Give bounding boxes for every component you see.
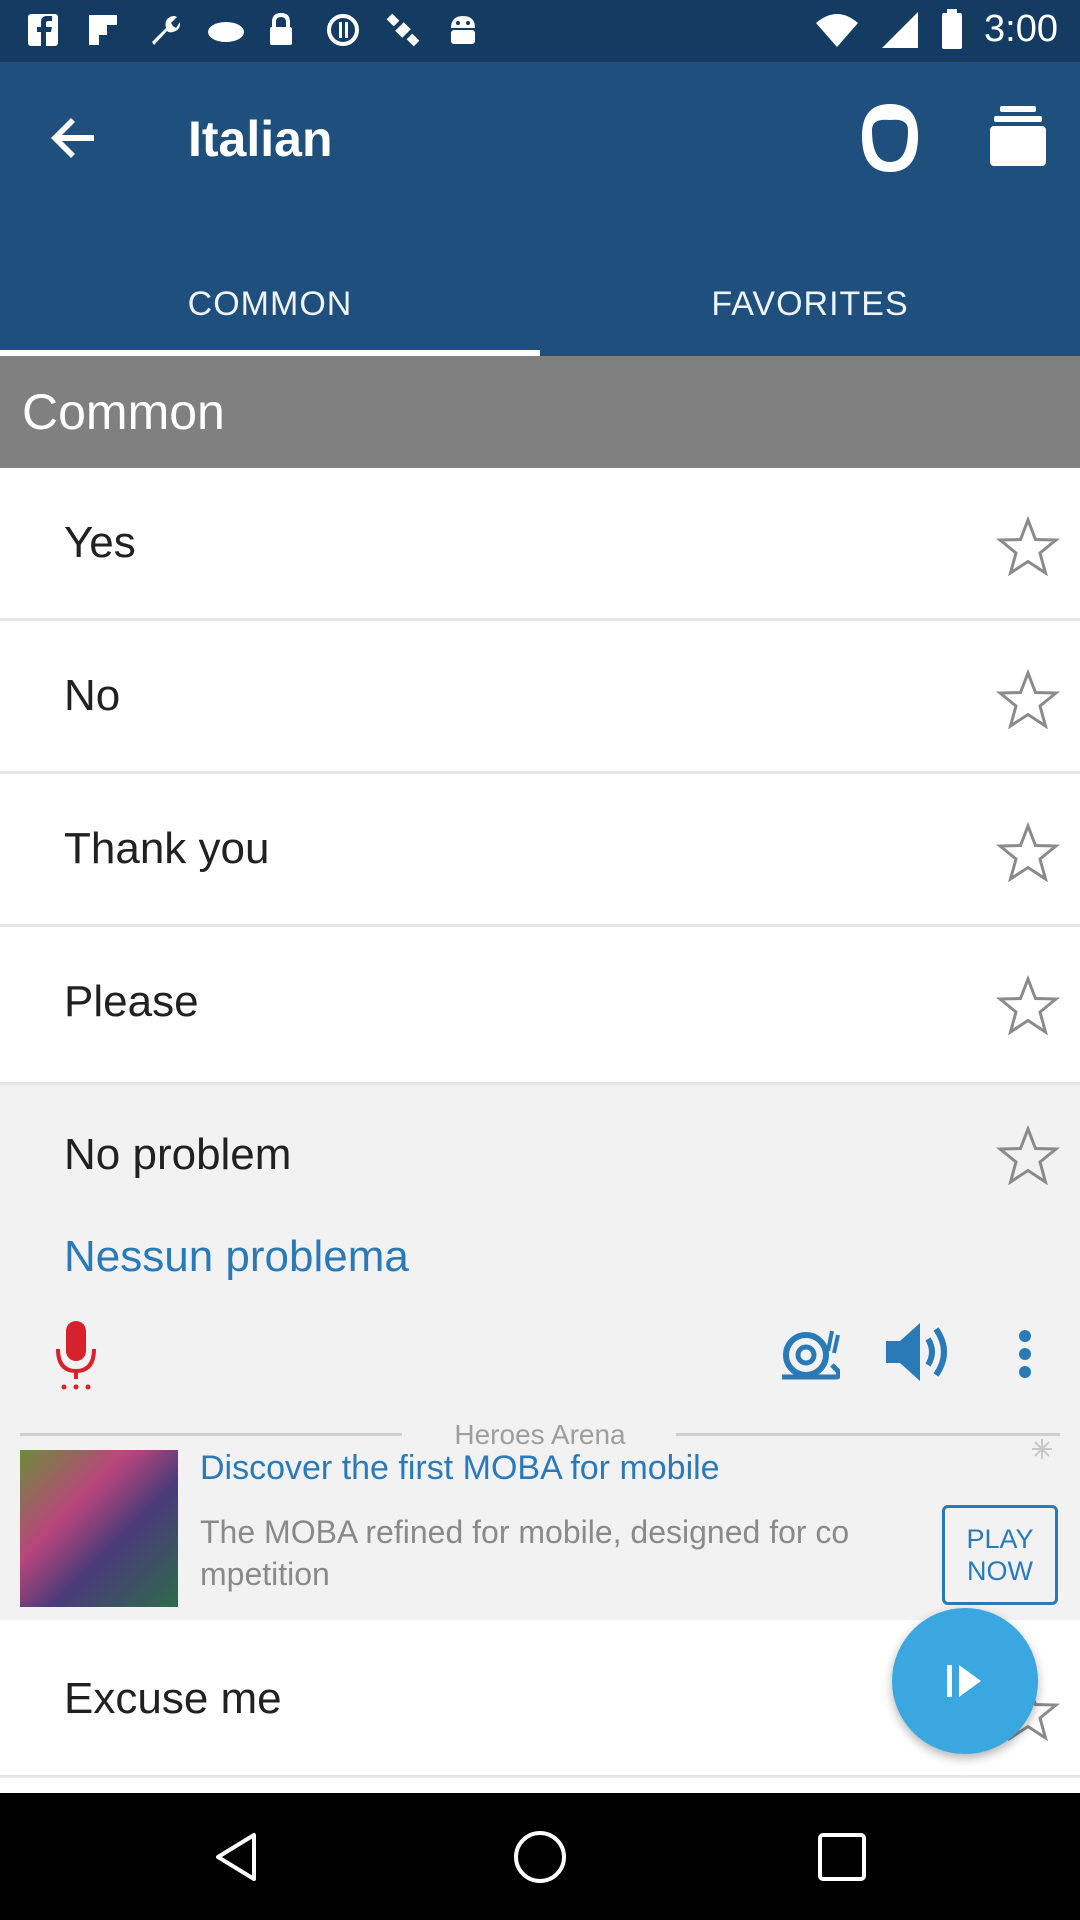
facebook-icon xyxy=(26,12,60,48)
nav-recents-icon[interactable] xyxy=(814,1829,870,1885)
blocked-icon xyxy=(326,12,360,48)
notification-icons xyxy=(26,12,480,48)
ad-brand-row: Heroes Arena xyxy=(20,1419,1060,1450)
star-icon[interactable] xyxy=(996,516,1060,576)
signal-icon xyxy=(882,11,919,48)
flipboard-icon xyxy=(86,12,120,48)
back-arrow-icon[interactable] xyxy=(44,108,104,168)
translation-text: Nessun problema xyxy=(64,1232,409,1281)
navigation-bar xyxy=(0,1793,1080,1920)
nav-back-icon[interactable] xyxy=(210,1829,266,1885)
phrase-label: No problem xyxy=(64,1130,292,1179)
speaker-icon[interactable] xyxy=(882,1319,952,1385)
status-bar: 3:00 xyxy=(0,0,1080,62)
list-item[interactable]: Please xyxy=(0,927,1080,1085)
nav-home-icon[interactable] xyxy=(512,1829,568,1885)
tab-common[interactable]: COMMON xyxy=(0,252,540,356)
phrase-label: Yes xyxy=(64,518,136,567)
play-next-button[interactable] xyxy=(892,1608,1038,1754)
ad-body: The MOBA refined for mobile, designed fo… xyxy=(200,1514,850,1592)
mic-icon[interactable] xyxy=(54,1319,98,1391)
satellite-icon xyxy=(386,12,420,48)
more-options-icon[interactable] xyxy=(1016,1329,1034,1379)
list-item[interactable]: Thank you xyxy=(0,774,1080,927)
ad-image[interactable] xyxy=(20,1450,178,1607)
face-icon[interactable] xyxy=(858,100,922,176)
tab-bar: COMMON FAVORITES xyxy=(0,252,1080,356)
play-now-button[interactable]: PLAY NOW xyxy=(942,1505,1058,1605)
play-next-icon xyxy=(947,1665,981,1697)
ad-headline[interactable]: Discover the first MOBA for mobile xyxy=(200,1449,720,1488)
star-icon[interactable] xyxy=(996,975,1060,1035)
snail-icon[interactable] xyxy=(778,1325,840,1381)
wrench-icon xyxy=(146,12,181,48)
star-icon[interactable] xyxy=(996,669,1060,729)
phrase-label: Thank you xyxy=(64,824,270,873)
cloud-icon xyxy=(206,12,244,48)
status-right: 3:00 xyxy=(814,8,1058,51)
play-now-label: PLAY NOW xyxy=(966,1524,1034,1586)
expanded-list-item[interactable]: No problem Nessun problema Heroes Arena … xyxy=(0,1085,1080,1620)
tab-favorites[interactable]: FAVORITES xyxy=(540,252,1080,356)
app-bar: Italian COMMON FAVORITES xyxy=(0,62,1080,356)
status-time: 3:00 xyxy=(984,8,1058,50)
page-title: Italian xyxy=(188,111,333,167)
star-icon[interactable] xyxy=(996,1125,1060,1185)
layers-icon[interactable] xyxy=(988,104,1048,168)
phrase-label: No xyxy=(64,671,121,720)
lock-icon xyxy=(266,12,300,48)
android-icon xyxy=(446,12,480,48)
battery-icon xyxy=(942,8,963,49)
ad-choices-icon[interactable] xyxy=(1030,1437,1054,1461)
list-item[interactable]: No xyxy=(0,621,1080,774)
phrase-label: Excuse me xyxy=(64,1674,282,1723)
ad-brand: Heroes Arena xyxy=(454,1419,626,1450)
wifi-icon xyxy=(816,13,859,47)
star-icon[interactable] xyxy=(996,822,1060,882)
section-header: Common xyxy=(0,356,1080,468)
phrase-label: Please xyxy=(64,977,199,1026)
list-item[interactable]: Yes xyxy=(0,468,1080,621)
